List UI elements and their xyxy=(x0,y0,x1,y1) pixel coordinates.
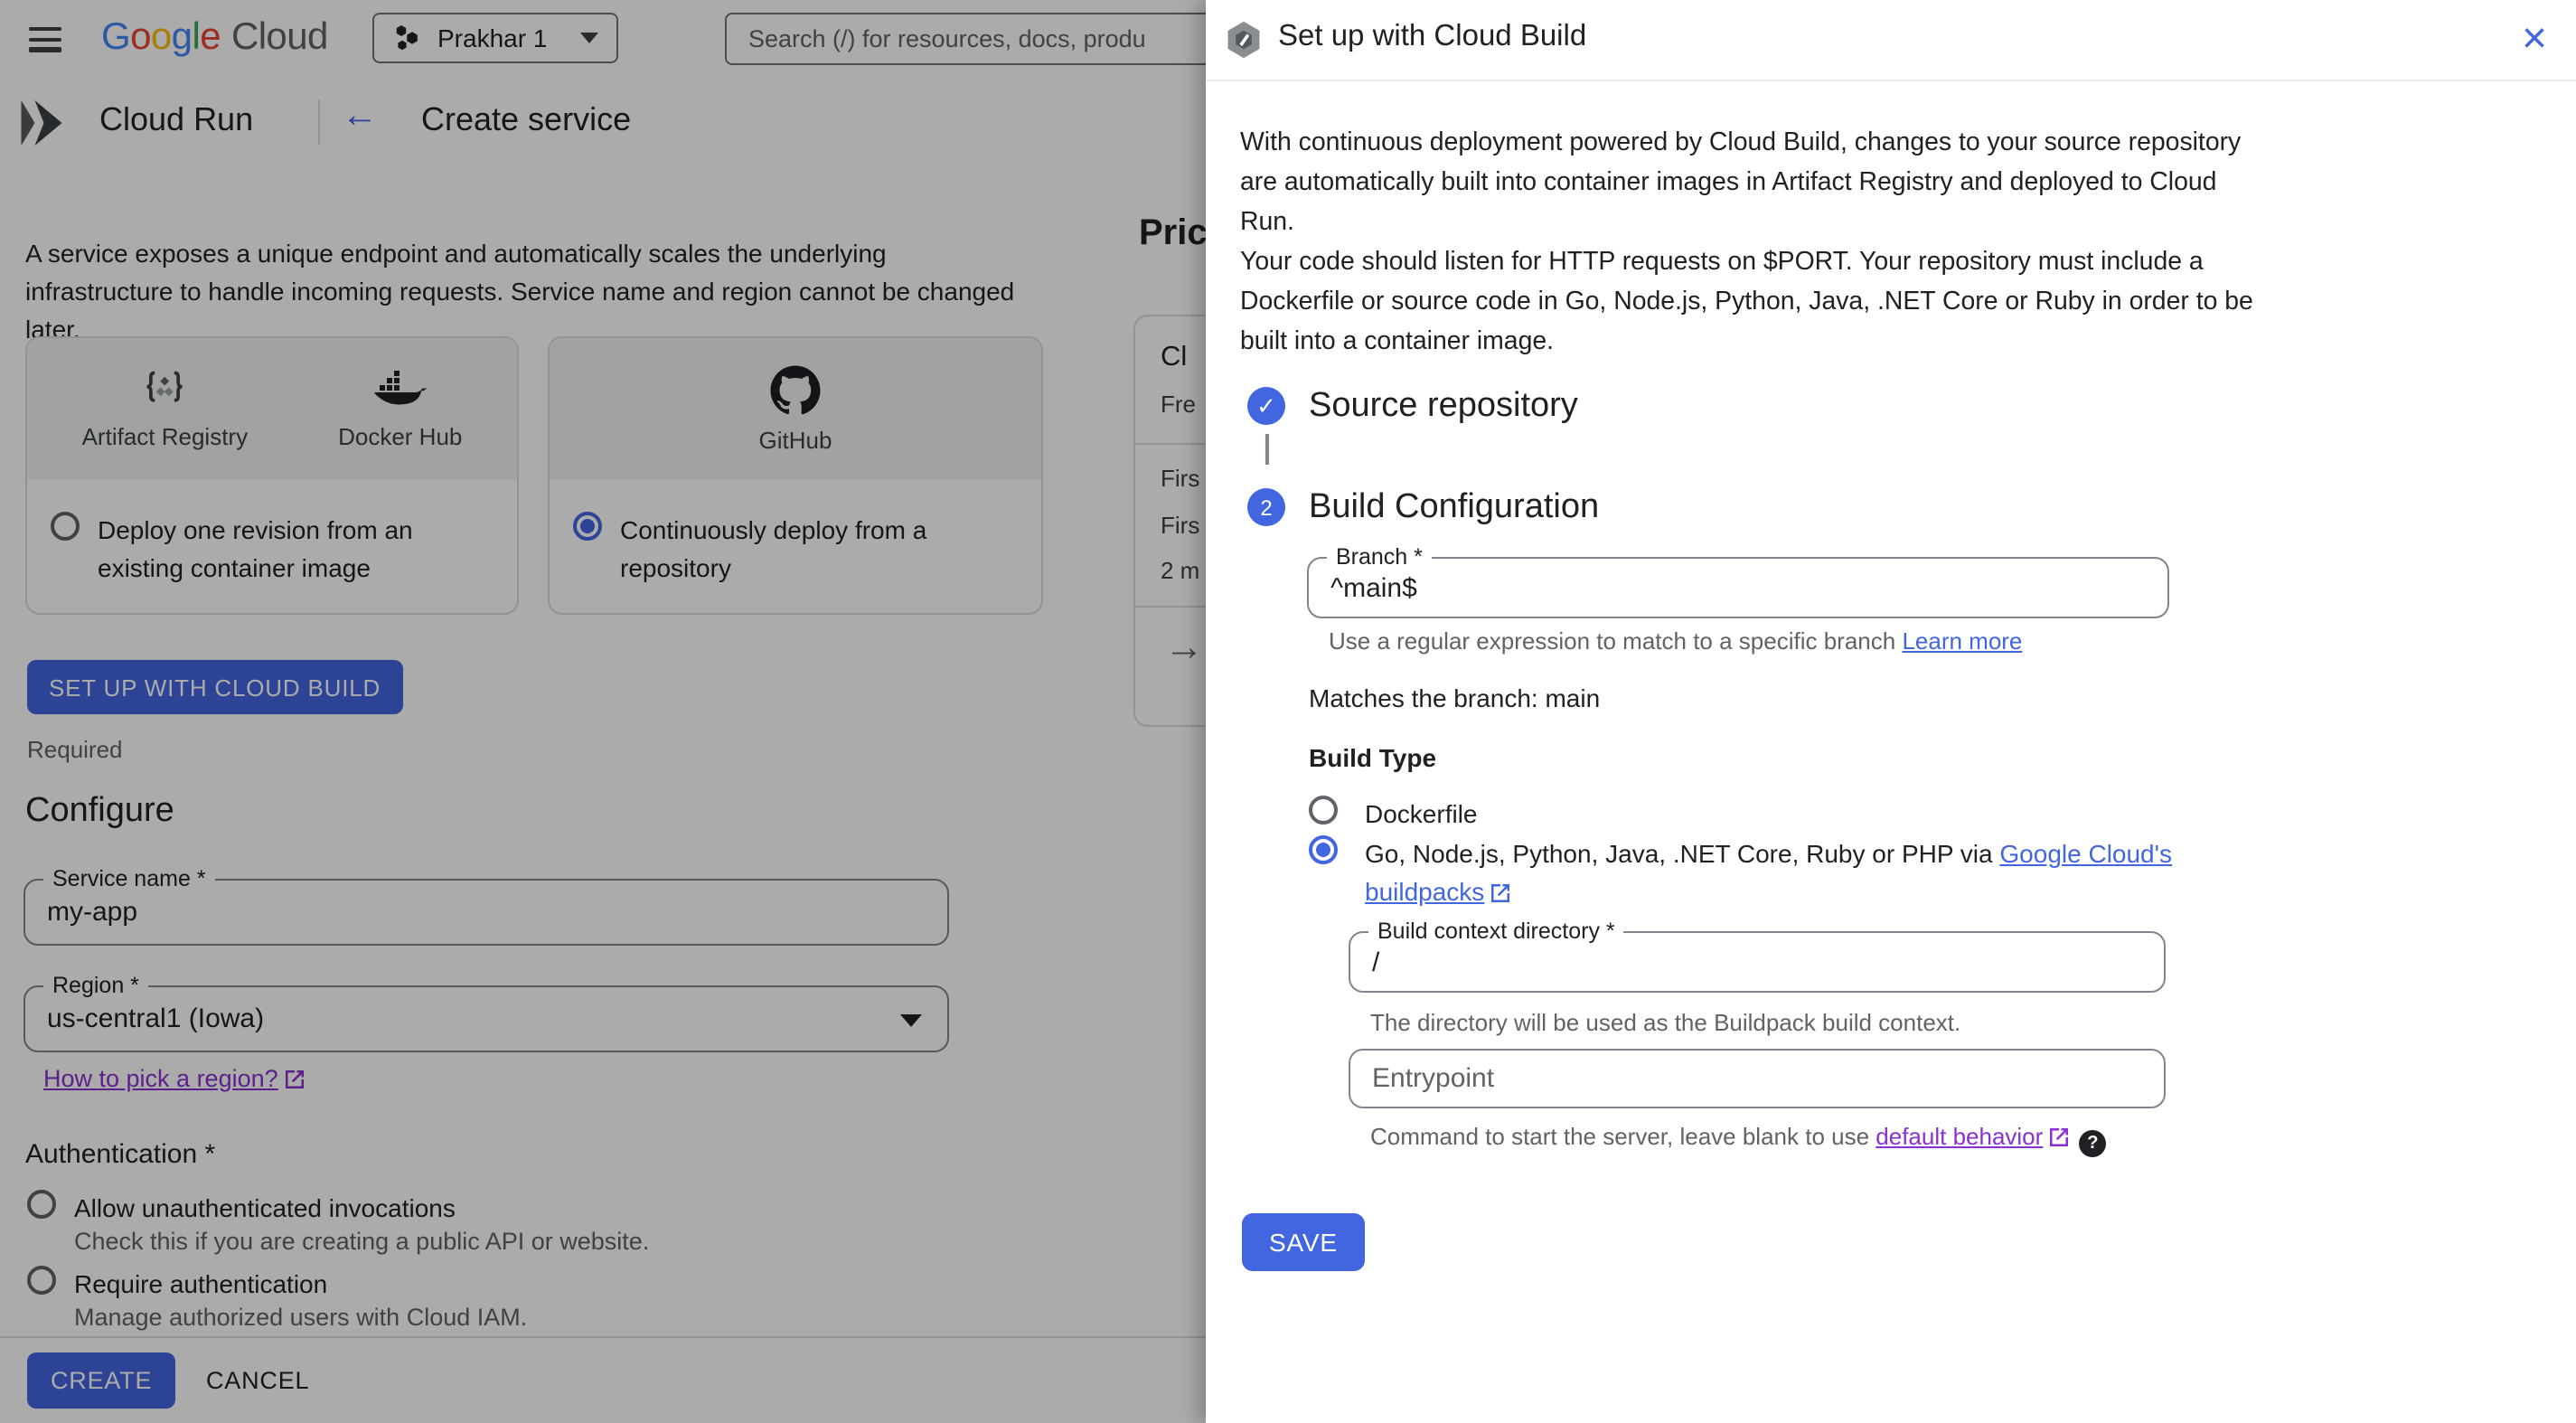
step-connector xyxy=(1265,434,1269,465)
screen: GoogleCloud Prakhar 1 Cloud Run ← xyxy=(0,0,2576,1423)
default-behavior-link[interactable]: default behavior xyxy=(1876,1123,2043,1150)
branch-helper: Use a regular expression to match to a s… xyxy=(1329,627,2023,655)
entrypoint-field xyxy=(1349,1049,2166,1108)
cloud-build-icon xyxy=(1227,21,1260,59)
external-link-icon xyxy=(2050,1128,2069,1146)
close-icon[interactable]: × xyxy=(2522,9,2547,71)
buildpacks-radio[interactable] xyxy=(1309,835,1338,864)
learn-more-link[interactable]: Learn more xyxy=(1902,627,2022,655)
help-icon[interactable]: ? xyxy=(2079,1130,2107,1157)
branch-input[interactable] xyxy=(1309,559,2167,617)
step1-title[interactable]: Source repository xyxy=(1309,387,1578,427)
buildpacks-label[interactable]: Go, Node.js, Python, Java, .NET Core, Ru… xyxy=(1365,835,2172,911)
cloud-build-panel: Set up with Cloud Build × With continuou… xyxy=(1206,0,2576,1423)
entrypoint-input[interactable] xyxy=(1350,1051,2164,1107)
panel-header: Set up with Cloud Build × xyxy=(1206,0,2576,81)
branch-field: Branch * xyxy=(1307,544,2169,618)
dockerfile-radio[interactable] xyxy=(1309,796,1338,825)
panel-intro-text: With continuous deployment powered by Cl… xyxy=(1240,128,2253,356)
build-context-label: Build context directory * xyxy=(1368,919,1624,944)
panel-title: Set up with Cloud Build xyxy=(1278,20,1587,52)
save-button[interactable]: SAVE xyxy=(1242,1213,1365,1271)
branch-label: Branch * xyxy=(1327,544,1432,570)
external-link-icon xyxy=(1491,884,1510,902)
build-context-field: Build context directory * xyxy=(1349,919,2166,993)
dockerfile-label[interactable]: Dockerfile xyxy=(1365,796,1478,834)
step2-title[interactable]: Build Configuration xyxy=(1309,488,1599,528)
build-context-helper: The directory will be used as the Buildp… xyxy=(1370,1009,1961,1036)
build-type-heading: Build Type xyxy=(1309,743,1437,772)
step1-check-icon: ✓ xyxy=(1247,387,1285,425)
entrypoint-helper: Command to start the server, leave blank… xyxy=(1370,1123,2107,1157)
step2-number: 2 xyxy=(1247,488,1285,526)
branch-match-text: Matches the branch: main xyxy=(1309,683,1601,712)
